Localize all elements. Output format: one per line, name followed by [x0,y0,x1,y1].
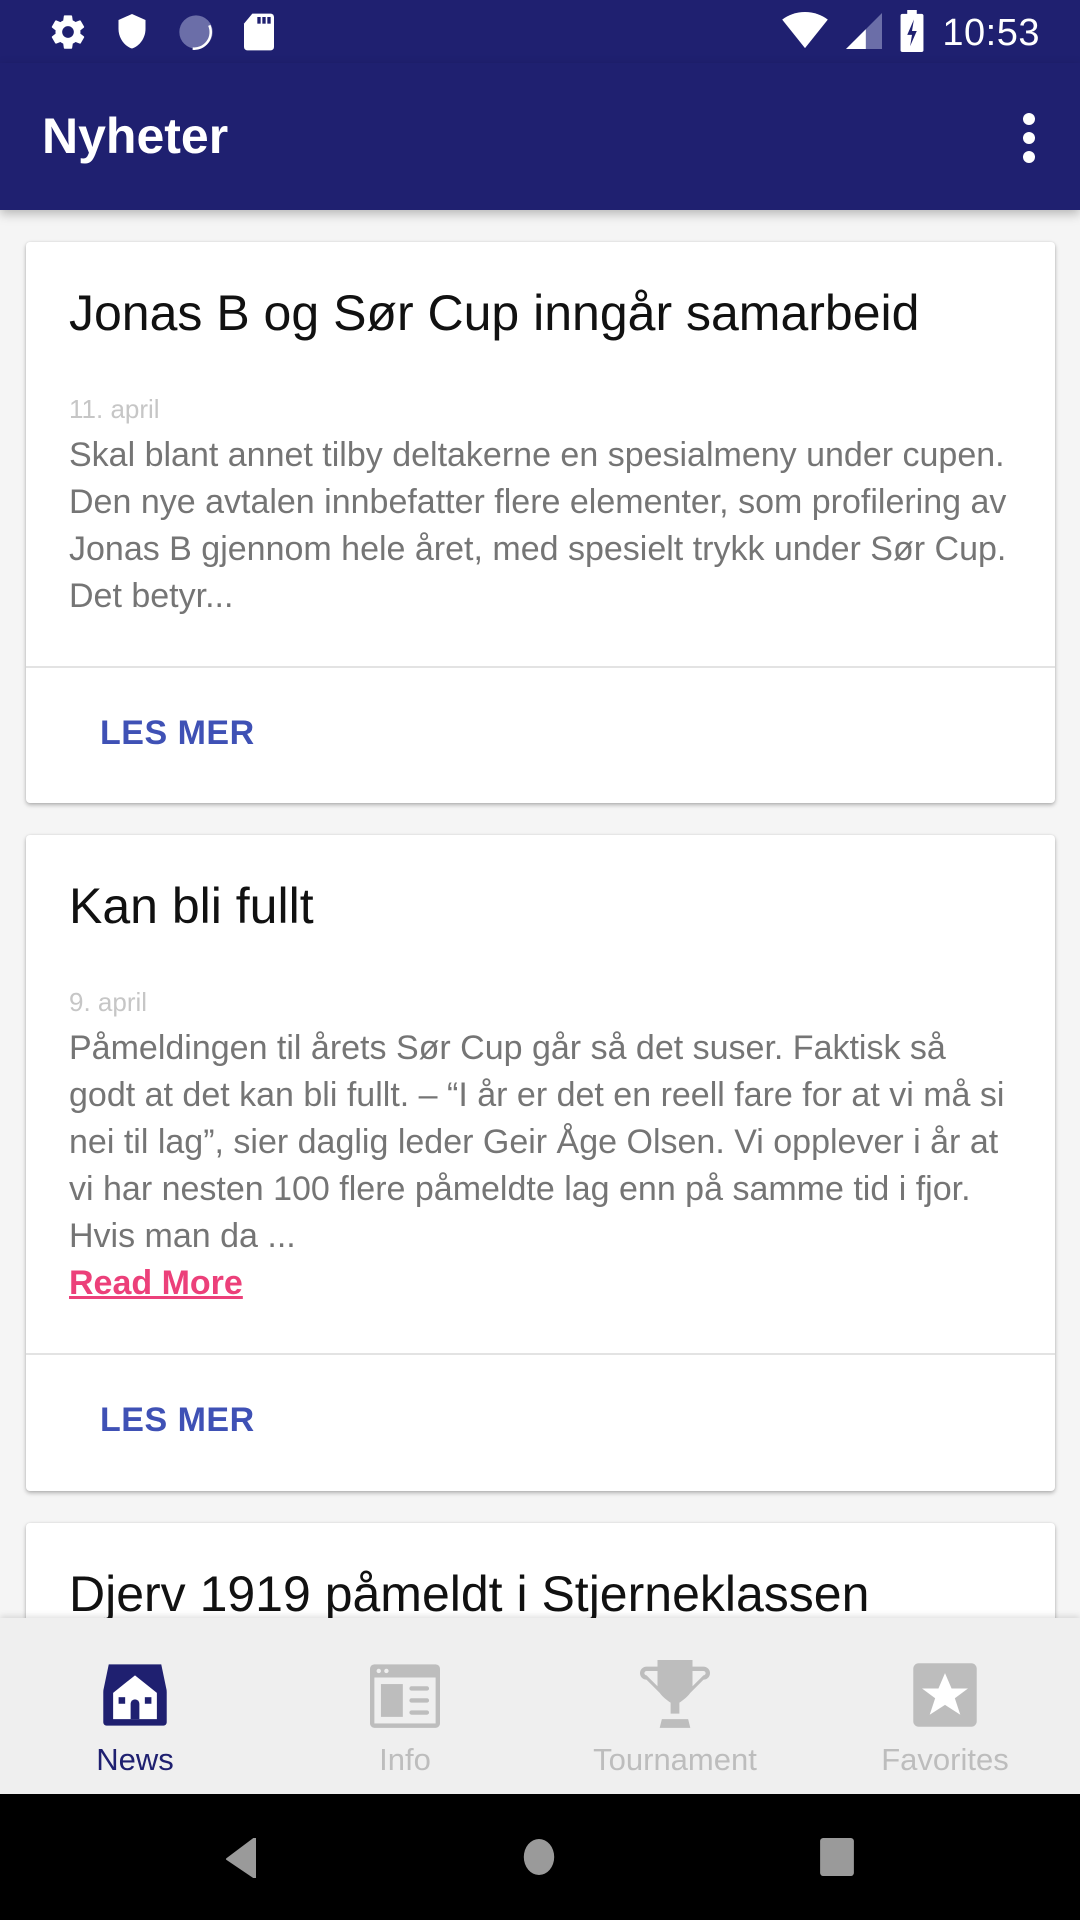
status-bar: 10:53 [0,0,1080,63]
app-bar: Nyheter [0,63,1080,210]
settings-icon [48,12,88,57]
news-excerpt-text: Påmeldingen til årets Sør Cup går så det… [69,1029,1005,1255]
signal-icon [846,12,883,55]
home-icon [100,1660,170,1730]
read-more-link[interactable]: Read More [69,1260,243,1307]
news-date: 11. april [69,394,160,424]
system-navigation-bar [0,1794,1080,1920]
tab-news[interactable]: News [0,1618,270,1794]
more-vert-dot [1023,132,1035,144]
trophy-icon [640,1660,710,1730]
recents-icon[interactable] [820,1838,854,1881]
les-mer-button[interactable]: LES MER [100,1401,255,1440]
sd-card-icon [242,12,276,57]
home-circle-icon[interactable] [520,1838,558,1881]
status-left-icons [48,12,276,57]
news-title: Jonas B og Sør Cup inngår samarbeid [69,285,920,341]
wifi-icon [782,12,829,55]
news-card[interactable]: Kan bli fullt 9. april Påmeldingen til å… [26,835,1055,1491]
news-excerpt-text: Skal blant annet tilby deltakerne en spe… [69,436,1007,615]
tab-tournament[interactable]: Tournament [540,1618,810,1794]
card-divider [26,1353,1055,1355]
news-date: 9. april [69,987,148,1017]
page-title: Nyheter [42,108,229,164]
tab-favorites[interactable]: Favorites [810,1618,1080,1794]
star-box-icon [910,1660,980,1730]
screen: 10:53 Nyheter Jonas B og Sør Cup inngår … [0,0,1080,1920]
les-mer-button[interactable]: LES MER [100,714,255,753]
battery-charging-icon [900,10,924,57]
tab-label: Info [379,1742,431,1777]
back-icon[interactable] [225,1837,259,1883]
news-list[interactable]: Jonas B og Sør Cup inngår samarbeid 11. … [0,210,1080,1618]
card-divider [26,666,1055,668]
clock: 10:53 [942,12,1040,54]
status-right-icons: 10:53 [782,10,1040,57]
tab-label: Tournament [593,1742,757,1777]
article-icon [370,1660,440,1730]
tab-label: Favorites [881,1742,1009,1777]
shield-icon [114,12,150,57]
tab-label: News [96,1742,174,1777]
news-excerpt: Skal blant annet tilby deltakerne en spe… [69,432,1009,620]
news-excerpt: Påmeldingen til årets Sør Cup går så det… [69,1025,1009,1307]
news-title: Kan bli fullt [69,878,314,934]
tab-info[interactable]: Info [270,1618,540,1794]
more-vert-icon [1023,113,1035,125]
more-options-button[interactable] [1014,113,1044,163]
bottom-navigation: News Info Tournament Favorites [0,1618,1080,1794]
more-vert-dot [1023,151,1035,163]
news-title: Djerv 1919 påmeldt i Stjerneklassen [69,1566,870,1618]
news-card[interactable]: Djerv 1919 påmeldt i Stjerneklassen [26,1523,1055,1618]
news-card[interactable]: Jonas B og Sør Cup inngår samarbeid 11. … [26,242,1055,803]
sync-icon [176,12,216,57]
